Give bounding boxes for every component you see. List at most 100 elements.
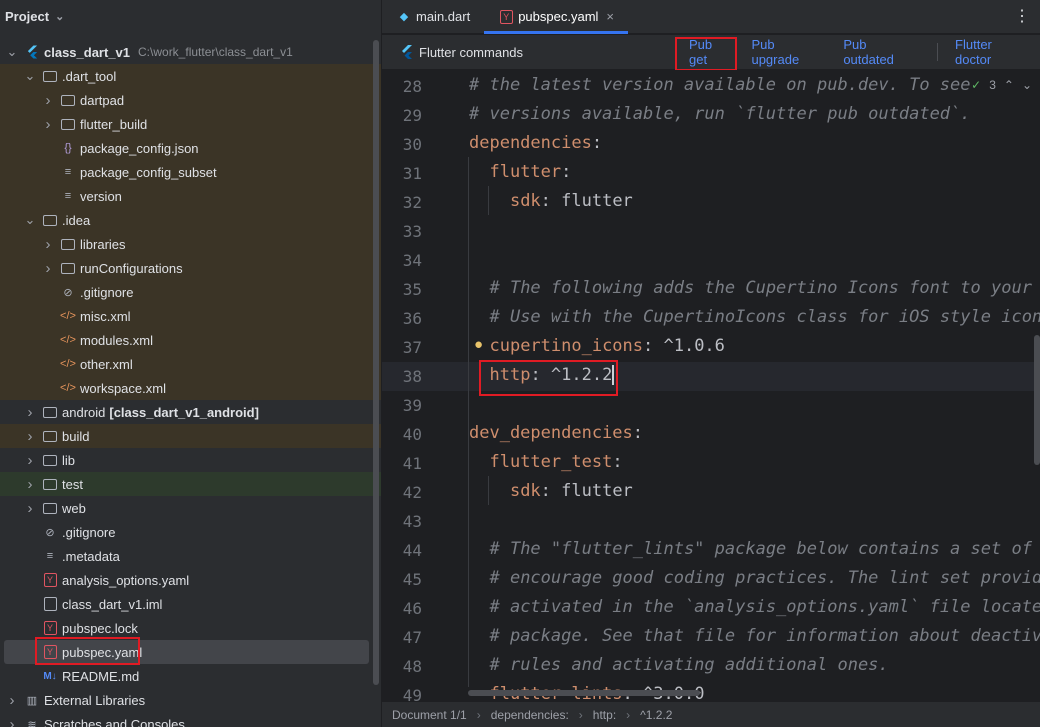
chevron-right-icon[interactable]: ›	[6, 692, 18, 709]
xml-icon: </>	[60, 334, 76, 346]
code-line[interactable]: # package. See that file for information…	[469, 626, 1040, 646]
chevron-down-icon[interactable]: ⌄	[24, 68, 36, 84]
code-line[interactable]: # rules and activating additional ones.	[469, 655, 888, 675]
breadcrumb-item[interactable]: dependencies:	[491, 708, 569, 722]
tree-item[interactable]: › lib	[0, 448, 381, 472]
chevron-right-icon[interactable]: ›	[24, 476, 36, 493]
tree-item[interactable]: </> modules.xml	[0, 328, 381, 352]
code-line[interactable]: # Use with the CupertinoIcons class for …	[469, 307, 1040, 327]
tab-pubspec-yaml[interactable]: Ypubspec.yaml ×	[484, 0, 628, 34]
tree-item-label: package_config_subset	[80, 164, 217, 180]
tree-item[interactable]: </> workspace.xml	[0, 376, 381, 400]
code-line[interactable]: sdk: flutter	[469, 481, 633, 501]
tree-item-label: .gitignore	[80, 284, 134, 300]
folder-icon	[60, 92, 76, 108]
more-options-icon[interactable]: ⋮	[1014, 6, 1030, 26]
tree-item[interactable]: {} package_config.json	[0, 136, 381, 160]
xml-icon: </>	[60, 310, 76, 322]
flutter-icon	[399, 44, 415, 60]
code-line[interactable]: # the latest version available on pub.de…	[469, 75, 971, 95]
line-number: 33	[402, 222, 422, 241]
inspection-widget[interactable]: ✓ 3 ⌃ ⌄	[971, 78, 1032, 92]
chevron-down-icon[interactable]: ⌄	[1022, 78, 1032, 92]
project-title: Project	[5, 8, 50, 24]
tree-item[interactable]: › ▥ External Libraries	[0, 688, 381, 712]
tree-item[interactable]: › web	[0, 496, 381, 520]
tree-item[interactable]: ⊘ .gitignore	[0, 520, 381, 544]
tree-item[interactable]: › test	[0, 472, 381, 496]
project-scrollbar[interactable]	[373, 40, 379, 685]
chevron-right-icon[interactable]: ›	[24, 404, 36, 421]
project-header[interactable]: Project ⌄	[0, 0, 381, 32]
tree-item[interactable]: ⌄ .dart_tool	[0, 64, 381, 88]
chevron-right-icon[interactable]: ›	[24, 500, 36, 517]
tree-item[interactable]: class_dart_v1.iml	[0, 592, 381, 616]
chevron-right-icon[interactable]: ›	[6, 716, 18, 727]
tab-main-dart[interactable]: ◆ main.dart	[382, 0, 484, 33]
chevron-right-icon[interactable]: ›	[42, 236, 54, 253]
chevron-right-icon[interactable]: ›	[42, 116, 54, 133]
tree-item[interactable]: › dartpad	[0, 88, 381, 112]
chevron-down-icon[interactable]: ⌄	[24, 212, 36, 228]
code-line[interactable]: # encourage good coding practices. The l…	[469, 568, 1040, 588]
chevron-up-icon[interactable]: ⌃	[1004, 78, 1014, 92]
chevron-right-icon[interactable]: ›	[24, 428, 36, 445]
editor-horizontal-scrollbar[interactable]	[468, 690, 700, 696]
tree-item-label: test	[62, 476, 83, 492]
tree-item[interactable]: › build	[0, 424, 381, 448]
chevron-right-icon[interactable]: ›	[24, 452, 36, 469]
line-number: 36	[402, 309, 422, 328]
chevron-right-icon[interactable]: ›	[42, 92, 54, 109]
code-line[interactable]: dependencies:	[469, 133, 602, 153]
line-number: 48	[402, 657, 422, 676]
chevron-down-icon[interactable]: ⌄	[6, 44, 18, 60]
code-line[interactable]: flutter:	[469, 162, 571, 182]
flutter-doctor-button[interactable]: Flutter doctor	[946, 35, 1040, 69]
code-line[interactable]: # versions available, run `flutter pub o…	[469, 104, 971, 124]
tree-item-label: package_config.json	[80, 140, 199, 156]
folder-icon	[60, 116, 76, 132]
close-icon[interactable]: ×	[606, 9, 614, 24]
chevron-right-icon[interactable]: ›	[42, 260, 54, 277]
ignore-icon: ⊘	[45, 526, 55, 539]
editor-vertical-scrollbar[interactable]	[1034, 335, 1040, 465]
line-number: 43	[402, 512, 422, 531]
tree-item[interactable]: › libraries	[0, 232, 381, 256]
tree-item[interactable]: Yanalysis_options.yaml	[0, 568, 381, 592]
tree-item[interactable]: ⌄ .idea	[0, 208, 381, 232]
code-line[interactable]: flutter_test:	[469, 452, 622, 472]
breadcrumb-item[interactable]: ^1.2.2	[640, 708, 672, 722]
tab-label: main.dart	[416, 9, 471, 24]
tree-item[interactable]: ≡ .metadata	[0, 544, 381, 568]
line-number: 31	[402, 164, 422, 183]
tree-item[interactable]: › flutter_build	[0, 112, 381, 136]
line-number: 35	[402, 280, 422, 299]
tree-item[interactable]: ≡ package_config_subset	[0, 160, 381, 184]
tree-item[interactable]: ⊘ .gitignore	[0, 280, 381, 304]
chevron-down-icon[interactable]: ⌄	[55, 10, 64, 23]
code-line[interactable]: # The following adds the Cupertino Icons…	[469, 278, 1040, 298]
code-line[interactable]: # The "flutter_lints" package below cont…	[469, 539, 1040, 559]
pub-upgrade-button[interactable]: Pub upgrade	[742, 35, 834, 69]
tree-item-label: README.md	[62, 668, 140, 684]
tree-item[interactable]: M↓ README.md	[0, 664, 381, 688]
tree-item[interactable]: › android [class_dart_v1_android]	[0, 400, 381, 424]
tree-item[interactable]: ⌄ class_dart_v1 C:\work_flutter\class_dart…	[0, 40, 381, 64]
tree-item[interactable]: </> other.xml	[0, 352, 381, 376]
tree-item[interactable]: › runConfigurations	[0, 256, 381, 280]
tree-item[interactable]: ≡ version	[0, 184, 381, 208]
line-number: 46	[402, 599, 422, 618]
code-line[interactable]: cupertino_icons: ^1.0.6	[469, 336, 724, 356]
tree-item[interactable]: › ≋ Scratches and Consoles	[0, 712, 381, 727]
line-number: 47	[402, 628, 422, 647]
code-line[interactable]: # activated in the `analysis_options.yam…	[469, 597, 1040, 617]
code-line[interactable]: dev_dependencies:	[469, 423, 643, 443]
tab-label: pubspec.yaml	[518, 9, 599, 24]
breadcrumb-item[interactable]: Document 1/1	[392, 708, 467, 722]
tree-item-label: class_dart_v1.iml	[62, 596, 163, 612]
flutter-icon	[24, 44, 40, 60]
code-line[interactable]: sdk: flutter	[469, 191, 633, 211]
breadcrumb-item[interactable]: http:	[593, 708, 616, 722]
tree-item[interactable]: </> misc.xml	[0, 304, 381, 328]
pub-outdated-button[interactable]: Pub outdated	[834, 35, 929, 69]
